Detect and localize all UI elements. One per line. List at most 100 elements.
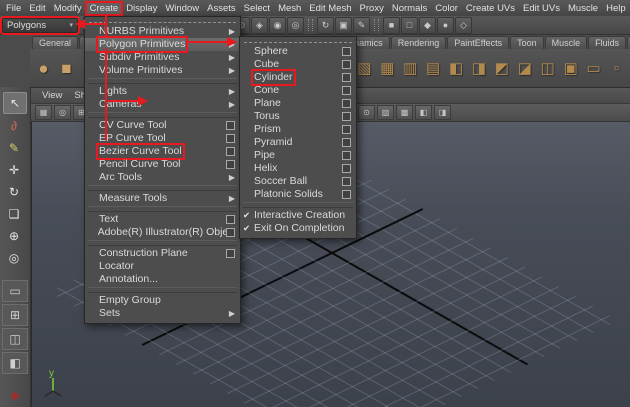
menu-item-cameras[interactable]: ✔ Cameras ▶ xyxy=(85,98,240,111)
option-box-icon[interactable] xyxy=(342,190,351,199)
option-box-icon[interactable] xyxy=(226,134,235,143)
menu-file[interactable]: File xyxy=(2,2,25,15)
panel-menu-view[interactable]: View xyxy=(37,90,67,101)
menu-select[interactable]: Select xyxy=(240,2,274,15)
option-box-icon[interactable] xyxy=(342,73,351,82)
crease-icon[interactable]: ▫ xyxy=(606,53,627,83)
menu-edit-mesh[interactable]: Edit Mesh xyxy=(305,2,355,15)
menu-item-platonic-solids[interactable]: ✔ Platonic Solids ▶ xyxy=(240,188,356,201)
menu-item-sphere[interactable]: ✔ Sphere ▶ xyxy=(240,45,356,58)
menu-item-arc-tools[interactable]: ✔ Arc Tools ▶ xyxy=(85,171,240,184)
option-box-icon[interactable] xyxy=(226,215,235,224)
select-camera-icon[interactable]: ▦ xyxy=(35,105,52,120)
tab-general[interactable]: General xyxy=(32,36,79,49)
menu-item-cone[interactable]: ✔ Cone ▶ xyxy=(240,84,356,97)
menu-item-construction-plane[interactable]: ✔ Construction Plane ▶ xyxy=(85,247,240,260)
menu-separator[interactable]: ✔ ▶ xyxy=(88,78,237,84)
menu-item-cube[interactable]: ✔ Cube ▶ xyxy=(240,58,356,71)
option-box-icon[interactable] xyxy=(342,151,351,160)
menu-help[interactable]: Help xyxy=(602,2,630,15)
offset-edge-loop-icon[interactable]: ▣ xyxy=(560,53,581,83)
menu-item-interactive-creation[interactable]: ✔ Interactive Creation ▶ xyxy=(240,209,356,222)
option-box-icon[interactable] xyxy=(226,147,235,156)
menu-display[interactable]: Display xyxy=(122,2,161,15)
menu-assets[interactable]: Assets xyxy=(203,2,240,15)
menu-create-uvs[interactable]: Create UVs xyxy=(462,2,519,15)
menu-item-prism[interactable]: ✔ Prism ▶ xyxy=(240,123,356,136)
select-tool[interactable]: ↖ xyxy=(3,92,27,114)
multisampling-icon[interactable]: ◨ xyxy=(434,105,451,120)
menu-create[interactable]: Create xyxy=(84,0,124,16)
option-box-icon[interactable] xyxy=(226,228,235,237)
snap-to-planes-icon[interactable]: ◈ xyxy=(251,16,268,34)
menu-mesh[interactable]: Mesh xyxy=(274,2,305,15)
menu-separator[interactable]: ✔ ▶ xyxy=(88,240,237,246)
move-tool[interactable]: ✛ xyxy=(3,160,25,180)
option-box-icon[interactable] xyxy=(342,60,351,69)
render-view-icon[interactable]: ■ xyxy=(383,16,400,34)
menu-item-polygon-primitives[interactable]: ✔ Polygon Primitives ▶ xyxy=(85,36,240,53)
select-by-hierarchy-icon[interactable]: ▣ xyxy=(335,16,352,34)
average-vertices-icon[interactable]: ▤ xyxy=(423,53,444,83)
menu-separator[interactable]: ✔ ▶ xyxy=(88,287,237,293)
menu-tearoff-handle[interactable] xyxy=(244,37,352,43)
menu-item-lights[interactable]: ✔ Lights ▶ xyxy=(85,85,240,98)
make-live-icon[interactable]: ◎ xyxy=(287,16,304,34)
menu-edit-uvs[interactable]: Edit UVs xyxy=(519,2,564,15)
extrude-icon[interactable]: ◧ xyxy=(446,53,467,83)
menu-separator[interactable]: ✔ ▶ xyxy=(88,206,237,212)
tab-painteffects[interactable]: PaintEffects xyxy=(447,36,510,49)
option-box-icon[interactable] xyxy=(342,112,351,121)
construction-history-icon[interactable]: ↻ xyxy=(317,16,334,34)
menu-edit[interactable]: Edit xyxy=(25,2,49,15)
menu-item-helix[interactable]: ✔ Helix ▶ xyxy=(240,162,356,175)
tab-muscle[interactable]: Muscle xyxy=(544,36,588,49)
option-box-icon[interactable] xyxy=(342,86,351,95)
separator[interactable] xyxy=(374,19,379,31)
menu-item-measure-tools[interactable]: ✔ Measure Tools ▶ xyxy=(85,192,240,205)
tab-toon[interactable]: Toon xyxy=(510,36,544,49)
lock-camera-icon[interactable]: ◎ xyxy=(54,105,71,120)
menu-item-exit-on-completion[interactable]: ✔ Exit On Completion ▶ xyxy=(240,222,356,235)
menu-normals[interactable]: Normals xyxy=(388,2,431,15)
persp-outliner-layout-button[interactable]: ◧ xyxy=(2,352,28,374)
option-box-icon[interactable] xyxy=(342,177,351,186)
four-pane-layout-button[interactable]: ⊞ xyxy=(2,304,28,326)
menu-modify[interactable]: Modify xyxy=(50,2,86,15)
menu-item-locator[interactable]: ✔ Locator ▶ xyxy=(85,260,240,273)
option-box-icon[interactable] xyxy=(342,164,351,173)
menu-item-volume-primitives[interactable]: ✔ Volume Primitives ▶ xyxy=(85,64,240,77)
shadows-icon[interactable]: ▨ xyxy=(377,105,394,120)
use-lights-icon[interactable]: ⊙ xyxy=(358,105,375,120)
option-box-icon[interactable] xyxy=(226,121,235,130)
option-box-icon[interactable] xyxy=(342,125,351,134)
universal-manipulator-tool[interactable]: ⊕ xyxy=(3,226,25,246)
menu-separator[interactable]: ✔ ▶ xyxy=(243,202,353,208)
poly-sphere-icon[interactable]: ● xyxy=(33,53,54,83)
menu-item-plane[interactable]: ✔ Plane ▶ xyxy=(240,97,356,110)
menu-item-subdiv-primitives[interactable]: ✔ Subdiv Primitives ▶ xyxy=(85,51,240,64)
snap-to-surfaces-icon[interactable]: ◉ xyxy=(269,16,286,34)
menu-color[interactable]: Color xyxy=(431,2,462,15)
scale-tool[interactable]: ❏ xyxy=(3,204,25,224)
menu-tearoff-handle[interactable] xyxy=(89,17,236,23)
menu-item-adobe-illustrator-object[interactable]: ✔ Adobe(R) Illustrator(R) Object... ▶ xyxy=(85,226,240,239)
menu-item-pipe[interactable]: ✔ Pipe ▶ xyxy=(240,149,356,162)
single-pane-layout-button[interactable]: ▭ xyxy=(2,280,28,302)
append-polygon-icon[interactable]: ◩ xyxy=(491,53,512,83)
option-box-icon[interactable] xyxy=(342,138,351,147)
menu-item-sets[interactable]: ✔ Sets ▶ xyxy=(85,307,240,320)
menu-item-nurbs-primitives[interactable]: ✔ NURBS Primitives ▶ xyxy=(85,25,240,38)
tab-fluids[interactable]: Fluids xyxy=(588,36,627,49)
rotate-tool[interactable]: ↻ xyxy=(3,182,25,202)
option-box-icon[interactable] xyxy=(226,249,235,258)
menu-separator[interactable]: ✔ ▶ xyxy=(88,112,237,118)
paint-effects-icon[interactable]: ● xyxy=(437,16,454,34)
menu-item-empty-group[interactable]: ✔ Empty Group ▶ xyxy=(85,294,240,307)
booleans-icon[interactable]: ▦ xyxy=(377,53,398,83)
poly-cube-icon[interactable]: ■ xyxy=(56,53,77,83)
menu-item-cv-curve-tool[interactable]: ✔ CV Curve Tool ▶ xyxy=(85,119,240,132)
hypershade-icon[interactable]: ◇ xyxy=(455,16,472,34)
menu-item-pyramid[interactable]: ✔ Pyramid ▶ xyxy=(240,136,356,149)
ambient-occlusion-icon[interactable]: ▩ xyxy=(396,105,413,120)
